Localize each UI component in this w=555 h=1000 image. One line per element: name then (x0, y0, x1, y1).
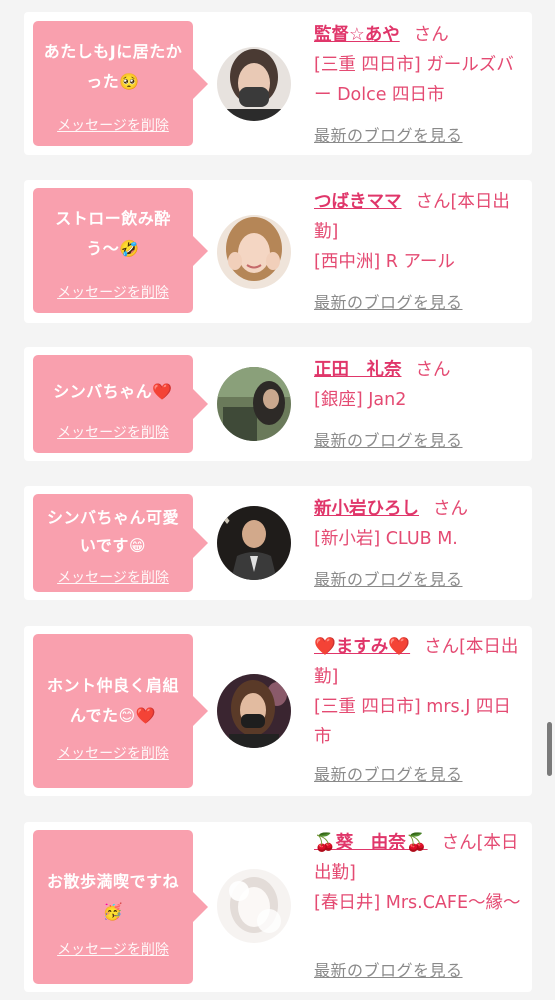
message-card: シンバちゃん❤️ メッセージを削除 正田 礼奈 さん [銀座] Jan2 最新のブ… (24, 347, 532, 461)
message-bubble: お散歩満喫ですね🥳 メッセージを削除 (33, 830, 208, 984)
message-text: シンバちゃん可愛いです😁 (46, 508, 179, 555)
delete-message-link[interactable]: メッセージを削除 (33, 282, 193, 302)
user-info: 🍒葵 由奈🍒 さん[本日出勤] [春日井] Mrs.CAFE〜縁〜 (314, 828, 526, 918)
avatar[interactable] (217, 47, 291, 121)
user-info: 監督☆あや さん [三重 四日市] ガールズバー Dolce 四日市 (314, 20, 526, 110)
avatar[interactable] (217, 869, 291, 943)
message-bubble: ホント仲良く肩組んでた😊❤️ メッセージを削除 (33, 634, 208, 788)
user-name-link[interactable]: 新小岩ひろし (314, 499, 419, 519)
message-text: ホント仲良く肩組んでた😊❤️ (46, 676, 179, 725)
message-card: シンバちゃん可愛いです😁 メッセージを削除 ♦ 新小岩ひろし さん [新小岩] C… (24, 486, 532, 600)
latest-blog-link[interactable]: 最新のブログを見る (314, 761, 463, 785)
message-bubble: シンバちゃん可愛いです😁 メッセージを削除 (33, 494, 208, 592)
honorific: さん (415, 360, 451, 380)
message-card: ストロー飲み酔う〜🤣 メッセージを削除 つばきママ さん[本日出勤] [西中洲] … (24, 180, 532, 323)
latest-blog-link[interactable]: 最新のブログを見る (314, 122, 463, 146)
user-info: つばきママ さん[本日出勤] [西中洲] R アール (314, 187, 526, 277)
user-name-link[interactable]: 🍒葵 由奈🍒 (314, 833, 428, 853)
latest-blog-link[interactable]: 最新のブログを見る (314, 566, 463, 590)
user-info: 新小岩ひろし さん [新小岩] CLUB M. (314, 494, 526, 554)
delete-message-link[interactable]: メッセージを削除 (33, 115, 193, 135)
honorific: さん (433, 499, 468, 519)
delete-message-link[interactable]: メッセージを削除 (33, 939, 193, 959)
message-card: お散歩満喫ですね🥳 メッセージを削除 🍒葵 由奈🍒 さん[本日出勤] [春日井] … (24, 822, 532, 992)
avatar[interactable] (217, 215, 291, 289)
latest-blog-link[interactable]: 最新のブログを見る (314, 957, 463, 981)
message-text: ストロー飲み酔う〜🤣 (55, 209, 171, 258)
user-name-link[interactable]: つばきママ (314, 192, 402, 212)
shop-info: [新小岩] CLUB M. (314, 529, 458, 549)
shop-info: [銀座] Jan2 (314, 390, 407, 410)
delete-message-link[interactable]: メッセージを削除 (33, 743, 193, 763)
svg-text:♦: ♦ (223, 517, 231, 527)
shop-info: [春日井] Mrs.CAFE〜縁〜 (314, 893, 521, 913)
message-card: あたしもJに居たかった🥺 メッセージを削除 監督☆あや さん [三重 四日市] ガ… (24, 12, 532, 155)
message-bubble: ストロー飲み酔う〜🤣 メッセージを削除 (33, 188, 208, 313)
avatar[interactable] (217, 367, 291, 441)
user-name-link[interactable]: 正田 礼奈 (314, 360, 402, 380)
shop-info: [西中洲] R アール (314, 252, 455, 272)
user-info: 正田 礼奈 さん [銀座] Jan2 (314, 355, 526, 415)
shop-info: [三重 四日市] mrs.J 四日市 (314, 697, 511, 747)
shop-info: [三重 四日市] ガールズバー Dolce 四日市 (314, 55, 514, 105)
user-info: ❤️ますみ❤️ さん[本日出勤] [三重 四日市] mrs.J 四日市 (314, 632, 526, 752)
message-text: お散歩満喫ですね🥳 (46, 872, 179, 921)
delete-message-link[interactable]: メッセージを削除 (33, 567, 193, 587)
message-text: シンバちゃん❤️ (53, 382, 173, 401)
delete-message-link[interactable]: メッセージを削除 (33, 422, 193, 442)
message-bubble: シンバちゃん❤️ メッセージを削除 (33, 355, 208, 453)
avatar[interactable]: ♦ (217, 506, 291, 580)
honorific: さん (413, 25, 449, 45)
user-name-link[interactable]: ❤️ますみ❤️ (314, 637, 410, 657)
avatar[interactable] (217, 674, 291, 748)
message-card: ホント仲良く肩組んでた😊❤️ メッセージを削除 ❤️ますみ❤️ さん[本日出勤] … (24, 626, 532, 796)
user-name-link[interactable]: 監督☆あや (314, 25, 400, 45)
latest-blog-link[interactable]: 最新のブログを見る (314, 427, 463, 451)
latest-blog-link[interactable]: 最新のブログを見る (314, 289, 463, 313)
scrollbar-thumb[interactable] (547, 722, 552, 776)
message-text: あたしもJに居たかった🥺 (43, 42, 183, 91)
message-bubble: あたしもJに居たかった🥺 メッセージを削除 (33, 21, 208, 146)
